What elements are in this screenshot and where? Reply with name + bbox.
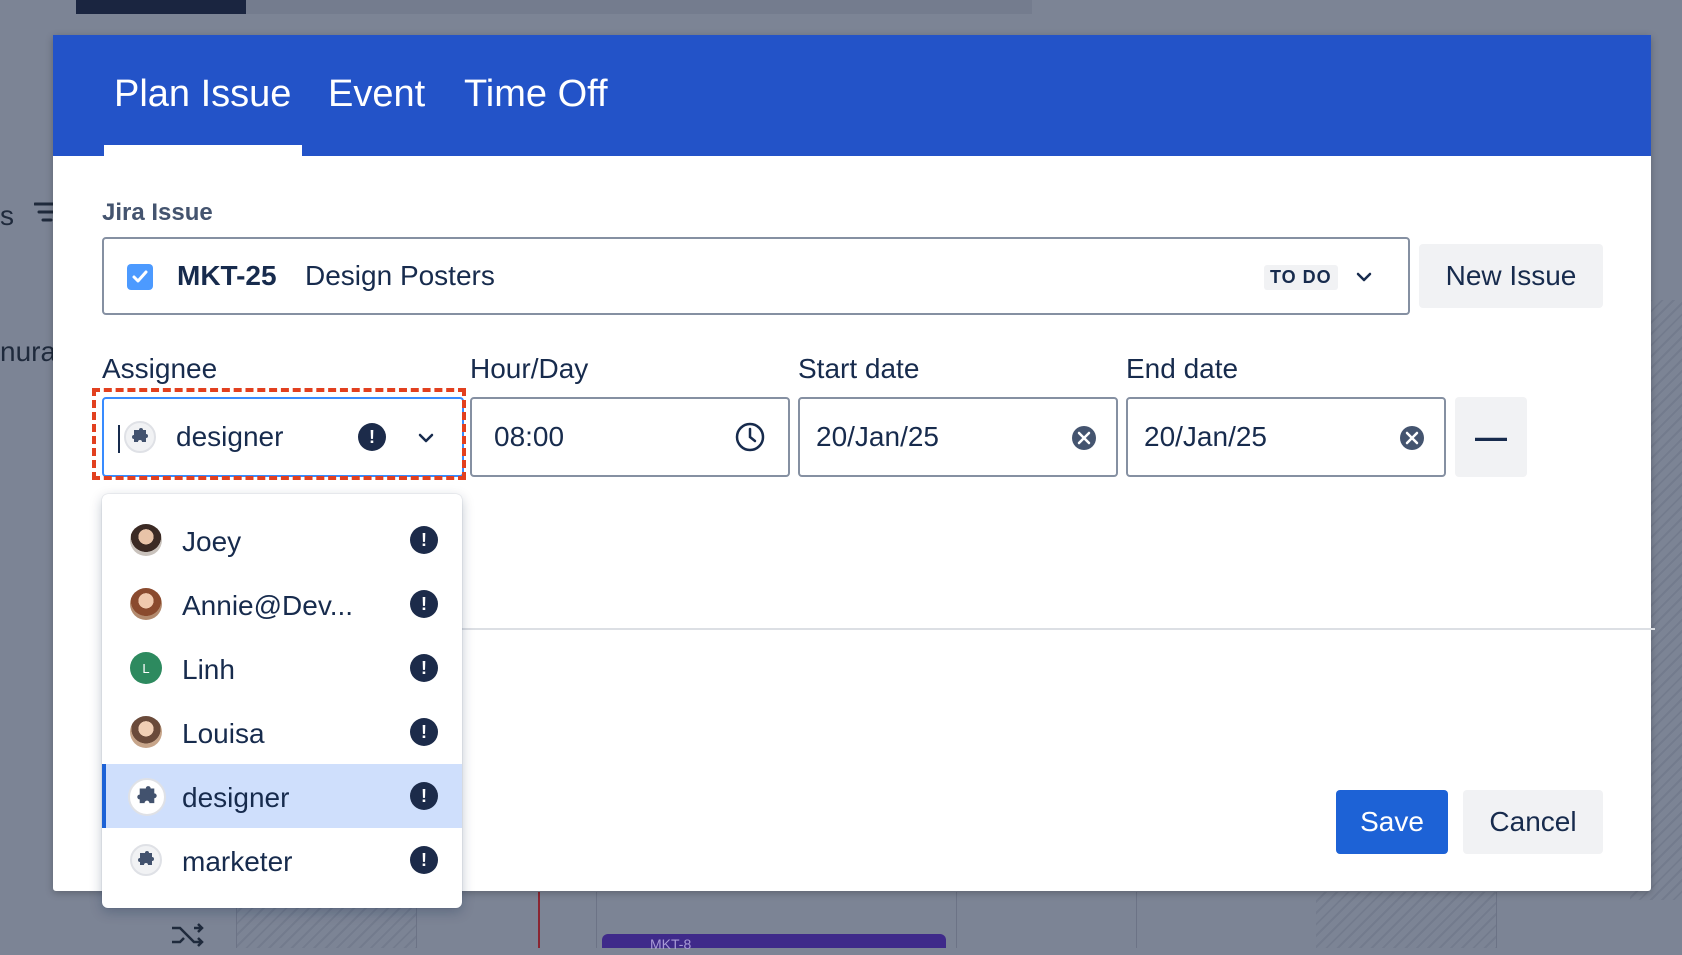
jira-issue-select[interactable]: MKT-25 Design Posters TO DO [102, 237, 1410, 315]
clock-icon[interactable] [734, 421, 766, 458]
end-date-label: End date [1126, 353, 1239, 384]
tab-time-off[interactable]: Time Off [464, 73, 608, 116]
start-date-label: Start date [798, 353, 920, 384]
list-item[interactable]: Louisa ! [102, 700, 462, 764]
list-item[interactable]: marketer ! [102, 828, 462, 892]
dialog-header: Plan Issue Event Time Off [53, 35, 1651, 156]
tab-plan-issue[interactable]: Plan Issue [114, 73, 291, 116]
task-type-icon [127, 264, 153, 290]
bg-grid-line [1136, 892, 1137, 948]
bg-grid-line [956, 892, 957, 948]
clear-icon[interactable] [1070, 424, 1098, 457]
warning-icon: ! [410, 526, 438, 554]
tab-event[interactable]: Event [328, 73, 425, 116]
avatar: L [130, 652, 162, 684]
shuffle-icon[interactable] [170, 922, 206, 955]
bg-left-letter: s [0, 200, 14, 231]
puzzle-icon [130, 844, 162, 876]
assignee-label: Assignee [102, 353, 218, 384]
assignee-dropdown-menu: Joey ! Annie@Dev... ! L Linh ! Louisa ! … [102, 494, 462, 908]
assignee-value: designer [176, 421, 284, 452]
cancel-button[interactable]: Cancel [1463, 790, 1603, 854]
warning-icon: ! [410, 590, 438, 618]
clear-icon[interactable] [1398, 424, 1426, 457]
remove-row-button[interactable]: — [1455, 397, 1527, 477]
text-caret [118, 425, 120, 453]
menu-item-label: Louisa [182, 718, 265, 749]
menu-item-label: marketer [182, 846, 293, 877]
avatar [130, 588, 162, 620]
status-badge: TO DO [1264, 265, 1338, 290]
menu-item-label: Annie@Dev... [182, 590, 354, 621]
bg-left-text: nura [0, 336, 57, 367]
chevron-down-icon[interactable] [1354, 267, 1374, 292]
warning-icon: ! [410, 654, 438, 682]
list-item[interactable]: Annie@Dev... ! [102, 572, 462, 636]
puzzle-icon [128, 778, 166, 816]
avatar [130, 716, 162, 748]
assignee-select[interactable]: designer ! [102, 397, 464, 477]
warning-icon: ! [410, 718, 438, 746]
chevron-down-icon[interactable] [416, 428, 436, 453]
issue-key: MKT-25 [177, 260, 277, 291]
list-item[interactable]: L Linh ! [102, 636, 462, 700]
issue-summary: Design Posters [305, 260, 495, 291]
list-item[interactable]: Joey ! [102, 508, 462, 572]
menu-item-label: Joey [182, 526, 242, 557]
warning-icon: ! [410, 846, 438, 874]
bg-top-bar-active [76, 0, 246, 14]
bg-issue-card-label: MKT-8 [650, 936, 692, 952]
new-issue-button[interactable]: New Issue [1419, 244, 1603, 308]
avatar [130, 524, 162, 556]
hour-day-field[interactable]: 08:00 [470, 397, 790, 477]
jira-issue-label: Jira Issue [102, 199, 213, 226]
puzzle-icon [124, 421, 156, 453]
end-date-field[interactable]: 20/Jan/25 [1126, 397, 1446, 477]
warning-icon: ! [410, 782, 438, 810]
hour-day-label: Hour/Day [470, 353, 589, 384]
start-date-value: 20/Jan/25 [816, 421, 939, 452]
bg-grid-line [596, 892, 597, 948]
warning-icon: ! [358, 423, 386, 451]
bg-grid-line [1496, 892, 1497, 948]
menu-item-label: Linh [182, 654, 235, 685]
list-item[interactable]: designer ! [102, 764, 462, 828]
hour-day-value: 08:00 [494, 421, 565, 452]
bg-today-line [538, 892, 540, 948]
menu-item-label: designer [182, 782, 290, 813]
start-date-field[interactable]: 20/Jan/25 [798, 397, 1118, 477]
end-date-value: 20/Jan/25 [1144, 421, 1267, 452]
bg-hatch-bottom-2 [1316, 892, 1496, 948]
active-tab-indicator [104, 145, 302, 156]
save-button[interactable]: Save [1336, 790, 1448, 854]
